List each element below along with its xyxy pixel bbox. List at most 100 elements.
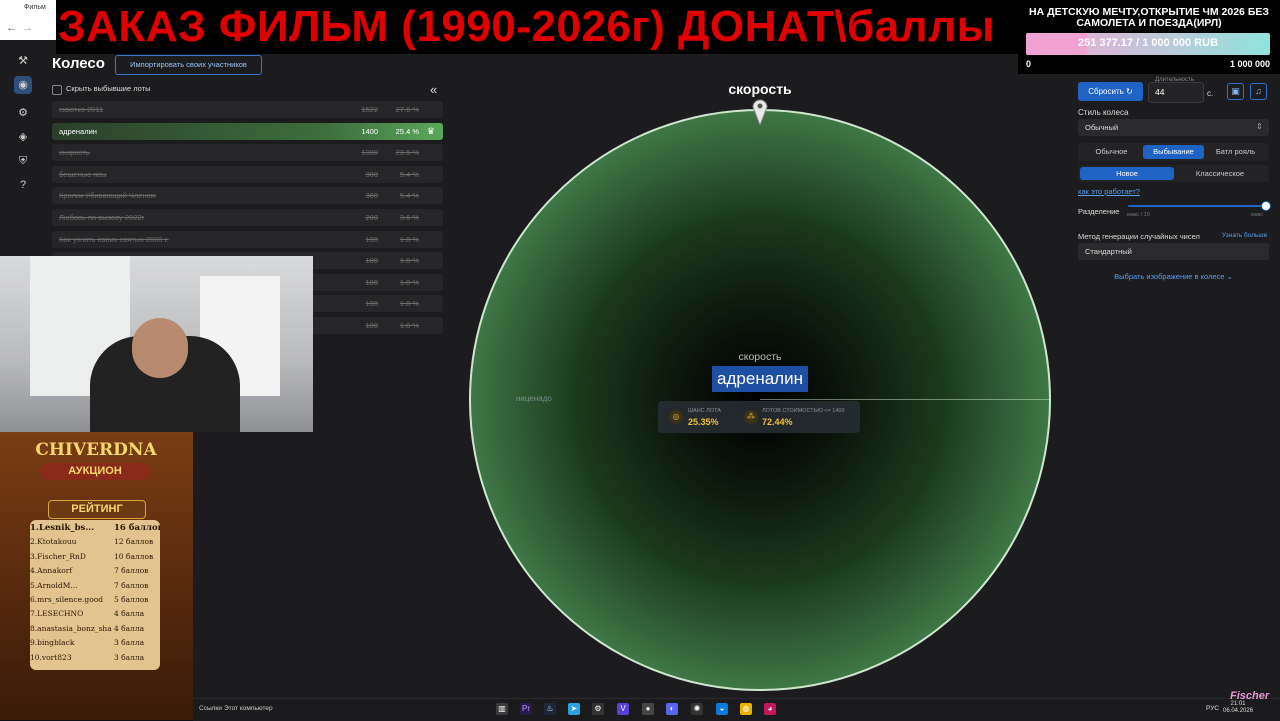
back-arrow-icon[interactable]: ← [6,22,18,34]
donation-max: 1 000 000 [1229,59,1270,69]
lot-amount: 300 [365,169,378,179]
lot-percent: 3.6 % [399,213,419,222]
lot-row[interactable]: Любовь по вызову 2022г 200 3.6 % [52,209,443,226]
split-slider[interactable] [1128,205,1267,207]
telegram-icon[interactable]: ➤ [568,703,580,715]
rng-method-select[interactable]: Стандартный [1078,243,1269,260]
poster-entry-name: 8.anastasia_bonz_sha [30,623,112,633]
lot-row[interactable]: бешеные псы 300 5.4 % [52,165,443,183]
windows-taskbar [193,698,1280,721]
mode-battle-royale[interactable]: Батл рояль [1205,145,1266,159]
wheel-style-select[interactable]: Обычный [1078,119,1269,136]
poster-subtitle: АУКЦИОН [40,463,150,480]
mode-normal[interactable]: Обычное [1081,145,1142,159]
taskbar-links[interactable]: Ссылки [199,705,222,712]
lot-percent: 5.4 % [399,169,419,179]
wheel-icon[interactable]: ◉ [14,76,32,94]
poster-entry-score: 3 балла [114,652,145,662]
import-participants-button[interactable]: Импортировать своих участников [115,55,262,75]
winner-label: адреналин [712,366,808,392]
lot-name: Кролик Убивающий Членом [59,191,156,201]
lot-amount: 1400 [361,126,378,136]
poster-rating-entry: 9.bingblack 3 балла [30,638,160,647]
obs-icon[interactable]: ● [642,703,654,715]
browser-icon[interactable]: ◕ [764,703,776,715]
coin-icon: ◎ [669,410,683,424]
forward-arrow-icon[interactable]: → [22,22,34,34]
lot-row[interactable]: скорость 1300 23.5 % [52,144,443,162]
discord-icon[interactable]: ◐ [666,703,678,715]
taskbar-this-pc[interactable]: Этот компьютер [224,705,273,712]
split-min-label: макс / 10 [1127,212,1150,218]
lot-row[interactable]: сквотко 2011 1522 27.6 % [52,101,443,118]
edge-icon[interactable]: ◒ [716,703,728,715]
donation-min: 0 [1026,59,1032,69]
chatgpt-icon[interactable]: ✺ [691,703,703,715]
wheel-pointer-label: скорость [728,81,792,97]
panel-title: Колесо [52,55,105,72]
donation-goal-title: НА ДЕТСКУЮ МЕЧТУ,ОТКРЫТИЕ ЧМ 2026 БЕЗ СА… [1029,6,1269,29]
previous-result: скорость [738,351,782,363]
split-slider-handle[interactable] [1261,201,1271,211]
lot-percent: 1.8 % [399,299,419,309]
help-icon[interactable]: ? [14,176,32,194]
music-icon[interactable]: ♫ [1250,83,1267,100]
auction-hammer-icon[interactable]: ⚒ [14,52,32,70]
lot-amount: 1300 [361,148,378,158]
choose-wheel-image-link[interactable]: Выбрать изображение в колесе ⌄ [1078,272,1269,281]
vpn-icon[interactable]: V [617,703,629,715]
settings-gear-icon[interactable]: ⚙ [592,703,604,715]
file-explorer-icon[interactable]: ▥ [496,703,508,715]
poster-rating-entry: 1.Lesnik_bs... 16 баллов [30,523,160,533]
poster-entry-score: 3 балла [114,638,145,648]
reset-button[interactable]: Сбросить ↻ [1078,82,1143,101]
variant-new[interactable]: Новое [1080,167,1174,180]
lot-percent: 1.8 % [399,234,419,244]
wheel-faded-label: ниценадо [516,394,552,403]
poster-entry-name: 6.mrs_silence.good [30,595,104,604]
lot-name: Как узнать своих святых 2006 г. [59,234,169,244]
mode-elimination[interactable]: Выбывание [1143,145,1204,159]
image-icon[interactable]: ▣ [1227,83,1244,100]
poster-entry-name: 4.Annakorf [30,566,73,576]
lot-row[interactable]: адреналин 1400 25.4 % ♛ [52,122,443,140]
lot-percent: 1.8 % [399,321,419,330]
poster-entry-name: 7.LESECHNO [30,609,84,619]
reset-label: Сбросить [1088,87,1124,96]
collapse-panel-icon[interactable]: « [430,82,437,97]
lot-row[interactable]: Как узнать своих святых 2006 г. 100 1.8 % [52,230,443,248]
lot-amount: 100 [365,299,378,309]
hide-eliminated-checkbox[interactable] [52,85,62,95]
poster-rating-entry: 10.vort823 3 балла [30,653,160,662]
banner-title: ЗАКАЗ ФИЛЬМ (1990-2026г) ДОНАТ\баллы [58,2,995,51]
choose-image-label: Выбрать изображение в колесе [1114,272,1225,281]
poster-entry-score: 16 баллов [114,523,160,533]
how-it-works-link[interactable]: как это работает? [1078,187,1140,196]
poster-entry-score: 10 баллов [114,551,154,561]
poster-rating-label: РЕЙТИНГ [48,500,146,519]
split-max-label: макс [1251,212,1264,218]
lot-percent: 23.5 % [395,148,419,158]
prize-wheel[interactable] [469,109,1051,691]
gear-icon[interactable]: ⚙ [14,104,32,122]
lot-amount: 100 [365,321,378,330]
duration-input[interactable]: 44 [1148,82,1204,103]
variant-classic[interactable]: Классическое [1173,167,1267,180]
learn-more-link[interactable]: Узнать больше [1222,232,1267,239]
chance-label: ШАНС ЛОТА [688,408,721,414]
steam-icon[interactable]: ♨ [544,703,556,715]
poster-entry-name: 2.Ktotakouu [30,537,77,547]
poster-entry-name: 1.Lesnik_bs... [30,523,95,533]
lot-amount: 200 [365,213,378,222]
chrome-icon[interactable]: ◍ [740,703,752,715]
lot-amount: 100 [365,256,378,266]
taskbar-language[interactable]: РУС [1206,705,1219,712]
shield-icon[interactable]: ⛨ [14,152,32,170]
poster-entry-score: 12 баллов [114,537,154,547]
wheel-stats-box: ◎ ШАНС ЛОТА 25.35% ⁂ ЛОТОВ СТОИМОСТЬЮ <=… [658,401,860,433]
layers-icon[interactable]: ◈ [14,128,32,146]
premiere-icon[interactable]: Pr [520,703,532,715]
poster-entry-score: 7 баллов [114,566,149,576]
lot-row[interactable]: Кролик Убивающий Членом 300 5.4 % [52,187,443,205]
taskbar-clock[interactable]: 21:01 06.04.2026 [1223,701,1253,715]
